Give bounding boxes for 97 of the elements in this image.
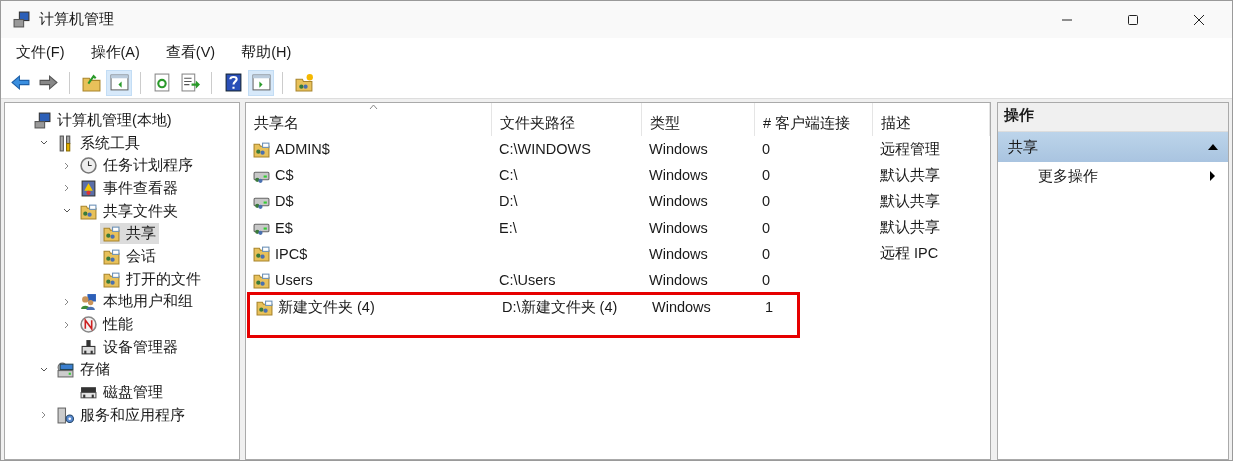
window-title: 计算机管理 bbox=[39, 10, 114, 29]
app-icon bbox=[13, 11, 30, 28]
table-cell: Windows bbox=[652, 299, 711, 316]
forward-arrow-icon bbox=[38, 73, 58, 92]
table-cell: 0 bbox=[762, 167, 771, 184]
table-cell: Windows bbox=[649, 141, 708, 158]
tree-item[interactable]: 会话 bbox=[100, 245, 159, 267]
new-share-icon bbox=[294, 73, 314, 92]
actions-section[interactable]: 共享 bbox=[998, 132, 1228, 162]
table-cell: Windows bbox=[649, 193, 708, 210]
table-cell: ADMIN$ bbox=[275, 141, 330, 158]
table-cell: 默认共享 bbox=[880, 218, 940, 238]
table-cell: Windows bbox=[649, 219, 708, 236]
shared-folder-icon bbox=[256, 298, 273, 316]
shared-folder-icon bbox=[253, 271, 270, 289]
table-row[interactable]: 新建文件夹 (4) D:\新建文件夹 (4) Windows 1 bbox=[249, 294, 798, 337]
gauge-icon bbox=[80, 316, 97, 334]
up-folder-icon bbox=[81, 73, 101, 92]
table-cell: E$ bbox=[275, 219, 293, 236]
actions-header: 操作 bbox=[998, 103, 1228, 132]
sort-ascending-icon bbox=[368, 104, 378, 110]
back-arrow-icon bbox=[10, 73, 30, 92]
table-cell: Windows bbox=[649, 272, 708, 289]
table-cell: 0 bbox=[762, 272, 771, 289]
tree-item[interactable]: 共享文件夹 bbox=[77, 200, 181, 222]
menu-item[interactable]: 帮助(H) bbox=[232, 43, 301, 62]
shared-folder-icon bbox=[103, 270, 120, 288]
shared-folder-icon bbox=[103, 225, 120, 243]
column-header[interactable]: 文件夹路径 bbox=[492, 103, 642, 136]
tree-item[interactable]: 共享 bbox=[100, 223, 159, 245]
shared-folder-icon bbox=[253, 140, 270, 158]
table-cell: 0 bbox=[762, 193, 771, 210]
table-cell: 0 bbox=[762, 219, 771, 236]
help-icon bbox=[223, 73, 243, 92]
table-cell: D:\新建文件夹 (4) bbox=[502, 297, 618, 317]
shared-folder-icon bbox=[103, 247, 120, 265]
table-cell: 0 bbox=[762, 245, 771, 262]
storage-icon bbox=[57, 361, 74, 379]
shared-folder-icon bbox=[253, 245, 270, 263]
action-item[interactable]: 更多操作 bbox=[998, 162, 1228, 190]
table-cell: D$ bbox=[275, 193, 294, 210]
table-cell: 0 bbox=[762, 141, 771, 158]
table-cell: Windows bbox=[649, 245, 708, 262]
table-cell: 1 bbox=[765, 299, 774, 316]
tree-item[interactable]: 计算机管理(本地) bbox=[31, 109, 175, 131]
table-cell: E:\ bbox=[499, 219, 517, 236]
table-row[interactable]: IPC$ Windows 0 远程 IPC bbox=[246, 240, 990, 267]
device-icon bbox=[80, 338, 97, 356]
column-header[interactable]: 类型 bbox=[642, 103, 755, 136]
table-row[interactable]: C$ C:\ Windows 0 默认共享 bbox=[246, 162, 990, 189]
tree-item[interactable]: 系统工具 bbox=[54, 132, 143, 154]
export-list-icon bbox=[180, 73, 200, 92]
table-row[interactable]: D$ D:\ Windows 0 默认共享 bbox=[246, 188, 990, 215]
tree-item[interactable]: 任务计划程序 bbox=[77, 155, 196, 177]
menu-item[interactable]: 操作(A) bbox=[81, 43, 149, 62]
tree-item[interactable]: 存储 bbox=[54, 359, 113, 381]
pane-toggle-icon bbox=[251, 73, 271, 92]
tree-item[interactable]: 打开的文件 bbox=[100, 268, 204, 290]
column-header[interactable]: 描述 bbox=[873, 103, 990, 136]
menu-item[interactable]: 文件(F) bbox=[7, 43, 74, 62]
clock-icon bbox=[80, 157, 97, 175]
table-row[interactable]: ADMIN$ C:\WINDOWS Windows 0 远程管理 bbox=[246, 136, 990, 163]
column-header[interactable]: # 客户端连接 bbox=[755, 103, 873, 136]
table-cell: Windows bbox=[649, 167, 708, 184]
table-row[interactable]: Users C:\Users Windows 0 bbox=[246, 266, 990, 294]
table-cell: 默认共享 bbox=[880, 191, 940, 211]
table-cell: C$ bbox=[275, 167, 294, 184]
submenu-arrow-icon bbox=[1209, 170, 1216, 182]
table-cell: IPC$ bbox=[275, 245, 308, 262]
maximize-icon bbox=[1127, 13, 1139, 26]
pane-toggle-icon bbox=[109, 73, 129, 92]
table-cell: C:\WINDOWS bbox=[499, 141, 591, 158]
refresh-icon bbox=[152, 73, 172, 92]
tree-item[interactable]: 事件查看器 bbox=[77, 177, 181, 199]
tree-item[interactable]: 服务和应用程序 bbox=[54, 404, 188, 426]
shared-folder-icon bbox=[80, 202, 97, 220]
tree-item[interactable]: 设备管理器 bbox=[77, 336, 181, 358]
services-icon bbox=[57, 406, 74, 424]
column-header[interactable]: 共享名 bbox=[246, 103, 492, 136]
table-cell: C:\Users bbox=[499, 272, 556, 289]
tree-item[interactable]: 磁盘管理 bbox=[77, 382, 166, 404]
table-row[interactable]: E$ E:\ Windows 0 默认共享 bbox=[246, 214, 990, 241]
menu-item[interactable]: 查看(V) bbox=[156, 43, 225, 62]
collapse-triangle-icon bbox=[1207, 143, 1219, 151]
event-log-icon bbox=[80, 179, 97, 197]
table-cell: C:\ bbox=[499, 167, 518, 184]
tree-item[interactable]: 本地用户和组 bbox=[77, 291, 196, 313]
table-cell: D:\ bbox=[499, 193, 518, 210]
close-icon bbox=[1193, 13, 1205, 26]
computer-icon bbox=[34, 111, 51, 129]
table-cell: 远程管理 bbox=[880, 139, 940, 159]
table-cell: 远程 IPC bbox=[880, 244, 939, 264]
tree-item[interactable]: 性能 bbox=[77, 314, 136, 336]
table-cell: 默认共享 bbox=[880, 165, 940, 185]
table-cell: Users bbox=[275, 272, 313, 289]
users-icon bbox=[80, 293, 97, 311]
table-cell: 新建文件夹 (4) bbox=[278, 297, 375, 317]
